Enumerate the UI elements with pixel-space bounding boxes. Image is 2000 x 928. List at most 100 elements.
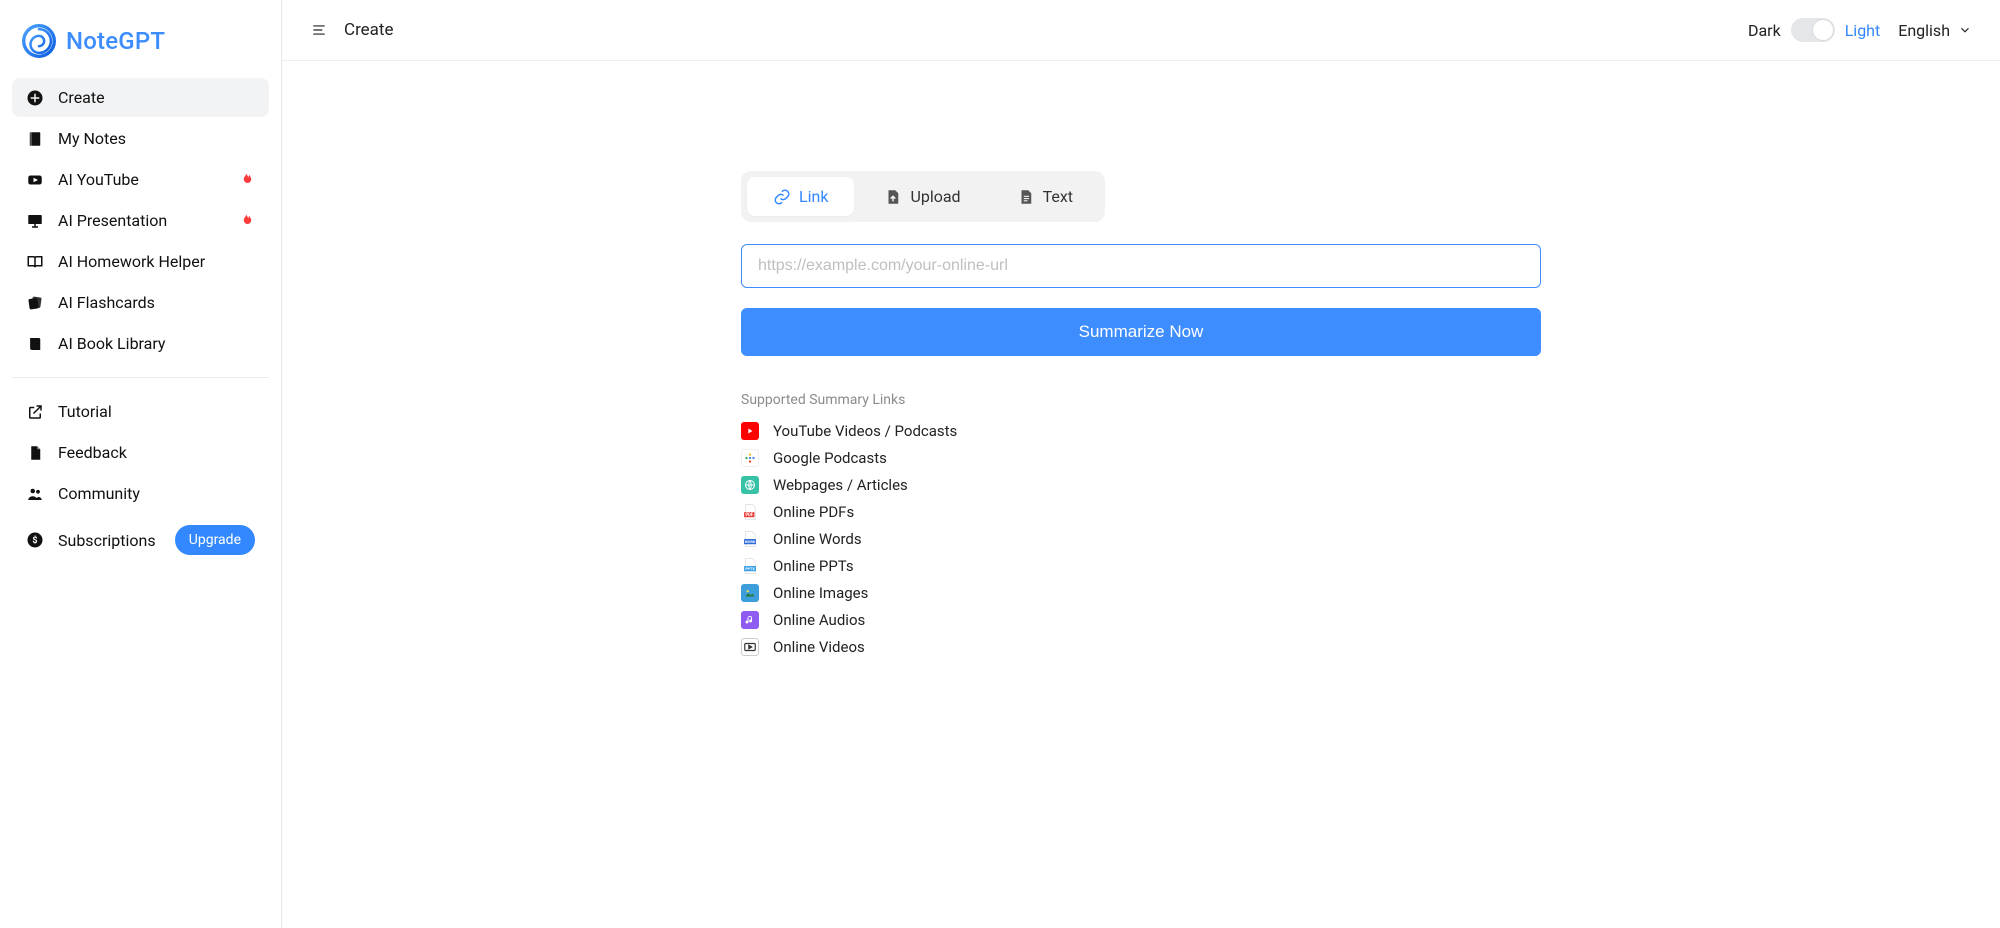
supported-item-words: WORD Online Words (741, 530, 1541, 548)
url-input[interactable] (741, 244, 1541, 288)
text-icon (1017, 188, 1035, 206)
document-icon (26, 444, 44, 462)
youtube-icon (741, 422, 759, 440)
sidebar-item-label: My Notes (58, 129, 126, 148)
sidebar-item-label: Community (58, 484, 140, 503)
tab-label: Link (799, 187, 828, 206)
brand-logo[interactable]: NoteGPT (12, 16, 269, 78)
theme-dark-label: Dark (1748, 21, 1781, 40)
supported-item-label: Webpages / Articles (773, 476, 908, 494)
content: Link Upload Text (282, 61, 2000, 928)
supported-links-title: Supported Summary Links (741, 392, 1541, 408)
sidebar-item-feedback[interactable]: Feedback (12, 433, 269, 472)
ppt-icon: PPTX (741, 557, 759, 575)
supported-item-label: Online Words (773, 530, 862, 548)
supported-item-label: Online PPTs (773, 557, 854, 575)
supported-item-label: Google Podcasts (773, 449, 887, 467)
sidebar-item-ai-presentation[interactable]: AI Presentation (12, 201, 269, 240)
tab-upload[interactable]: Upload (858, 177, 986, 216)
sidebar-item-label: AI YouTube (58, 170, 139, 189)
theme-toggle: Dark Light (1748, 18, 1880, 42)
svg-text:$: $ (32, 535, 37, 546)
sidebar-item-label: Tutorial (58, 402, 112, 421)
supported-item-ppts: PPTX Online PPTs (741, 557, 1541, 575)
tab-text[interactable]: Text (991, 177, 1099, 216)
sidebar-item-label: AI Homework Helper (58, 252, 205, 271)
upload-icon (884, 188, 902, 206)
sidebar-item-create[interactable]: Create (12, 78, 269, 117)
sidebar-divider (12, 377, 269, 378)
supported-item-label: Online Images (773, 584, 868, 602)
breadcrumb: Create (344, 20, 394, 40)
sidebar-item-ai-homework-helper[interactable]: AI Homework Helper (12, 242, 269, 281)
globe-icon (741, 476, 759, 494)
main: Create Dark Light English (282, 0, 2000, 928)
language-select[interactable]: English (1898, 21, 1972, 40)
book-open-icon (26, 253, 44, 271)
supported-item-google-podcasts: Google Podcasts (741, 449, 1541, 467)
audio-icon (741, 611, 759, 629)
supported-item-label: YouTube Videos / Podcasts (773, 422, 957, 440)
sidebar-item-subscriptions[interactable]: $ Subscriptions Upgrade (12, 515, 269, 565)
users-icon (26, 485, 44, 503)
theme-switch[interactable] (1791, 18, 1835, 42)
supported-item-youtube: YouTube Videos / Podcasts (741, 422, 1541, 440)
pdf-icon: PDF (741, 503, 759, 521)
sidebar: NoteGPT Create My Notes AI YouTube (0, 0, 282, 928)
external-link-icon (26, 403, 44, 421)
tab-label: Text (1043, 187, 1073, 206)
sidebar-item-label: AI Flashcards (58, 293, 155, 312)
supported-item-webpages: Webpages / Articles (741, 476, 1541, 494)
cards-icon (26, 294, 44, 312)
sidebar-item-tutorial[interactable]: Tutorial (12, 392, 269, 431)
link-icon (773, 188, 791, 206)
sidebar-toggle-icon[interactable] (310, 23, 328, 37)
supported-item-images: Online Images (741, 584, 1541, 602)
summarize-button[interactable]: Summarize Now (741, 308, 1541, 356)
tab-label: Upload (910, 187, 960, 206)
brand-name: NoteGPT (66, 27, 165, 55)
input-tabs: Link Upload Text (741, 171, 1105, 222)
chevron-down-icon (1958, 23, 1972, 37)
brand-mark-icon (22, 24, 56, 58)
supported-item-audios: Online Audios (741, 611, 1541, 629)
sidebar-item-label: Subscriptions (58, 531, 156, 550)
sidebar-item-label: AI Book Library (58, 334, 166, 353)
tab-link[interactable]: Link (747, 177, 854, 216)
upgrade-button[interactable]: Upgrade (175, 525, 255, 555)
supported-links-list: YouTube Videos / Podcasts Google Podcast… (741, 422, 1541, 656)
supported-item-videos: Online Videos (741, 638, 1541, 656)
supported-item-label: Online Videos (773, 638, 865, 656)
create-panel: Link Upload Text (741, 171, 1541, 928)
theme-light-label: Light (1845, 21, 1881, 40)
flame-icon (237, 212, 255, 230)
dollar-circle-icon: $ (26, 531, 44, 549)
image-icon (741, 584, 759, 602)
book-icon (26, 335, 44, 353)
sidebar-nav-secondary: Tutorial Feedback Community $ Subscripti… (12, 392, 269, 565)
topbar: Create Dark Light English (282, 0, 2000, 61)
supported-item-pdfs: PDF Online PDFs (741, 503, 1541, 521)
youtube-icon (26, 171, 44, 189)
notebook-icon (26, 130, 44, 148)
svg-text:PDF: PDF (745, 513, 753, 518)
sidebar-item-community[interactable]: Community (12, 474, 269, 513)
flame-icon (237, 171, 255, 189)
svg-text:WORD: WORD (745, 540, 756, 544)
supported-item-label: Online PDFs (773, 503, 854, 521)
google-podcasts-icon (741, 449, 759, 467)
sidebar-item-my-notes[interactable]: My Notes (12, 119, 269, 158)
sidebar-item-ai-book-library[interactable]: AI Book Library (12, 324, 269, 363)
word-icon: WORD (741, 530, 759, 548)
plus-circle-icon (26, 89, 44, 107)
language-label: English (1898, 21, 1950, 40)
sidebar-item-ai-youtube[interactable]: AI YouTube (12, 160, 269, 199)
sidebar-item-label: Feedback (58, 443, 127, 462)
sidebar-item-ai-flashcards[interactable]: AI Flashcards (12, 283, 269, 322)
svg-text:PPTX: PPTX (745, 567, 755, 571)
presentation-icon (26, 212, 44, 230)
sidebar-item-label: Create (58, 88, 105, 107)
sidebar-nav-primary: Create My Notes AI YouTube (12, 78, 269, 363)
sidebar-item-label: AI Presentation (58, 211, 167, 230)
supported-item-label: Online Audios (773, 611, 865, 629)
